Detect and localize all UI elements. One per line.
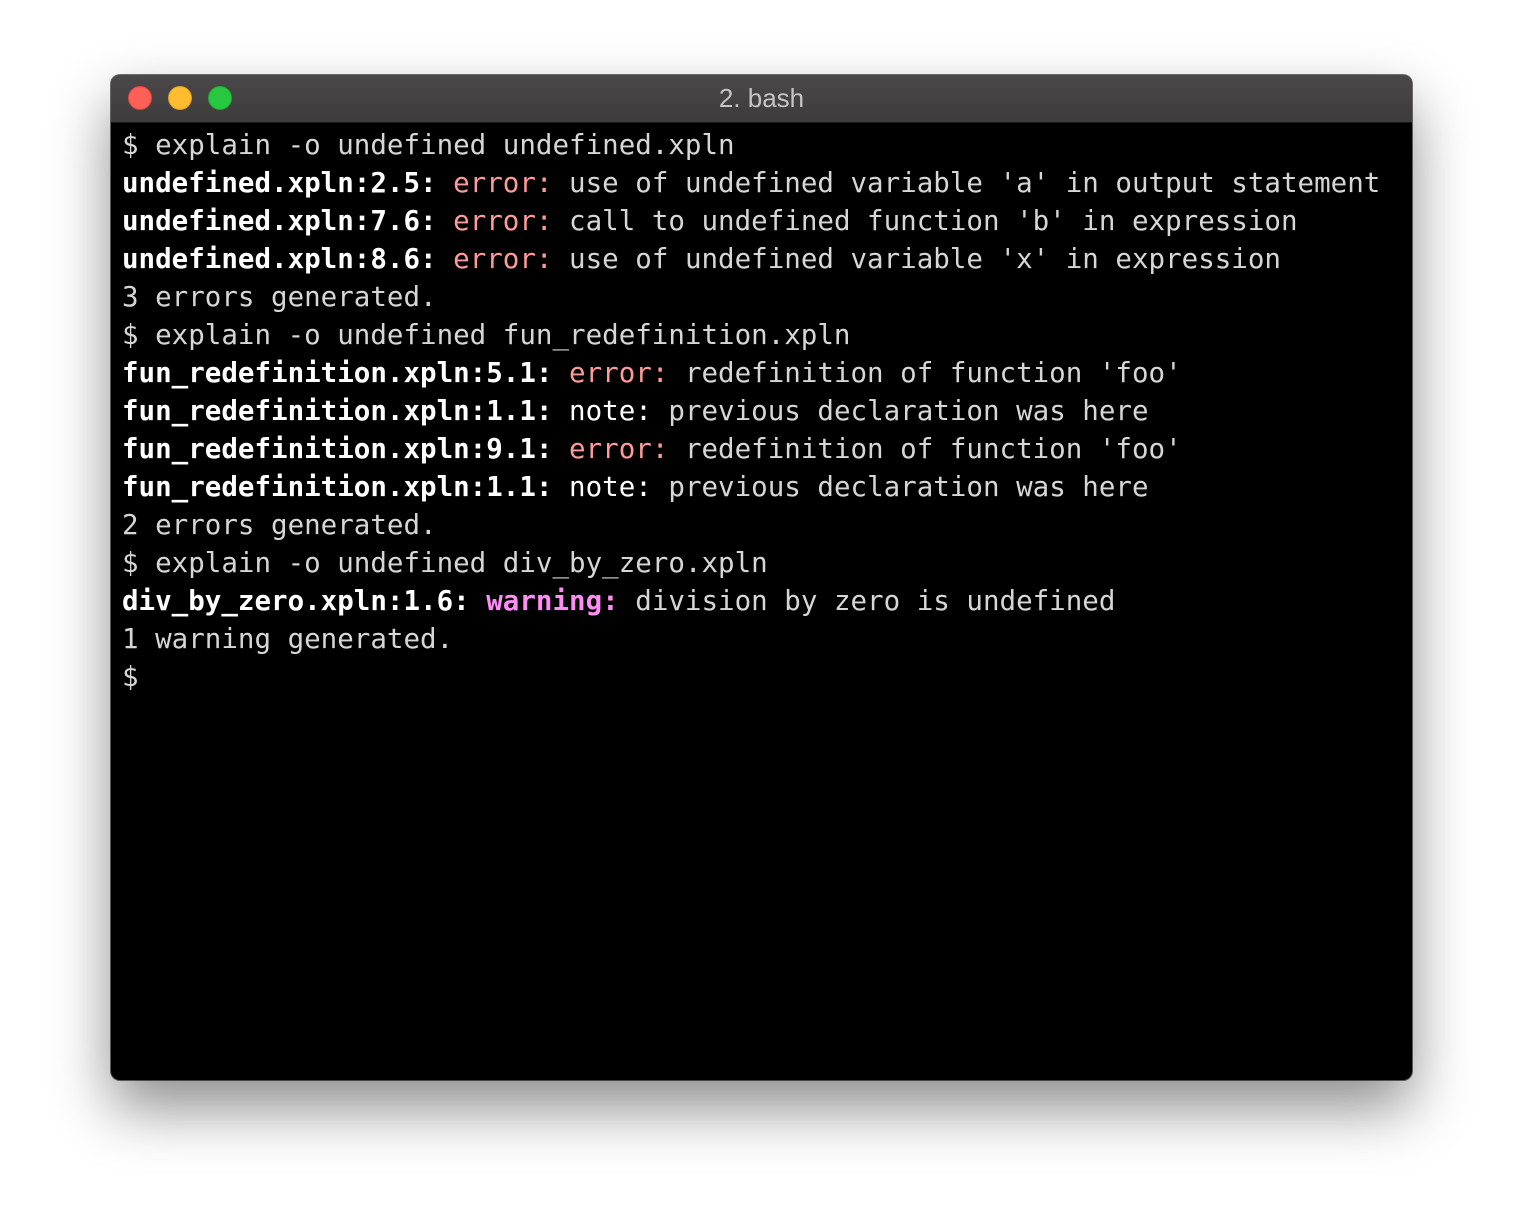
- terminal-line: 1 warning generated.: [122, 620, 1412, 658]
- summary-text: 1 warning generated.: [122, 623, 454, 655]
- window-title: 2. bash: [718, 83, 805, 113]
- diagnostic-message: redefinition of function 'foo': [684, 357, 1182, 389]
- diagnostic-message: use of undefined variable 'a' in output …: [569, 167, 1381, 199]
- diagnostic-severity: error:: [453, 243, 553, 275]
- diagnostic-severity: note:: [569, 395, 652, 427]
- diagnostic-severity: error:: [569, 357, 669, 389]
- diagnostic-message: use of undefined variable 'x' in express…: [569, 243, 1281, 275]
- diagnostic-location: fun_redefinition.xpln:1.1:: [122, 471, 553, 503]
- terminal-line: $ explain -o undefined undefined.xpln: [122, 126, 1412, 164]
- terminal-window: 2. bash $ explain -o undefined undefined…: [111, 75, 1412, 1080]
- terminal-line: fun_redefinition.xpln:5.1: error: redefi…: [122, 354, 1412, 392]
- terminal-line: undefined.xpln:8.6: error: use of undefi…: [122, 240, 1412, 278]
- diagnostic-severity: error:: [453, 167, 553, 199]
- command-text: $ explain -o undefined div_by_zero.xpln: [122, 547, 768, 579]
- diagnostic-message: previous declaration was here: [668, 471, 1149, 503]
- terminal-line: fun_redefinition.xpln:9.1: error: redefi…: [122, 430, 1412, 468]
- terminal-line: 2 errors generated.: [122, 506, 1412, 544]
- terminal-line: fun_redefinition.xpln:1.1: note: previou…: [122, 468, 1412, 506]
- terminal-line: 3 errors generated.: [122, 278, 1412, 316]
- command-text: $ explain -o undefined undefined.xpln: [122, 129, 735, 161]
- diagnostic-severity: note:: [569, 471, 652, 503]
- diagnostic-severity: warning:: [486, 585, 619, 617]
- terminal-output[interactable]: $ explain -o undefined undefined.xpln und…: [111, 123, 1412, 696]
- summary-text: 3 errors generated.: [122, 281, 437, 313]
- diagnostic-message: redefinition of function 'foo': [684, 433, 1182, 465]
- diagnostic-message: division by zero is undefined: [635, 585, 1116, 617]
- diagnostic-location: undefined.xpln:8.6:: [122, 243, 437, 275]
- diagnostic-location: fun_redefinition.xpln:5.1:: [122, 357, 553, 389]
- command-text: $ explain -o undefined fun_redefinition.…: [122, 319, 851, 351]
- diagnostic-message: previous declaration was here: [668, 395, 1149, 427]
- diagnostic-location: div_by_zero.xpln:1.6:: [122, 585, 470, 617]
- terminal-line: div_by_zero.xpln:1.6: warning: division …: [122, 582, 1412, 620]
- title-bar[interactable]: 2. bash: [111, 75, 1412, 123]
- diagnostic-severity: error:: [569, 433, 669, 465]
- diagnostic-location: undefined.xpln:2.5:: [122, 167, 437, 199]
- diagnostic-severity: error:: [453, 205, 553, 237]
- terminal-line: undefined.xpln:2.5: error: use of undefi…: [122, 164, 1412, 202]
- diagnostic-location: undefined.xpln:7.6:: [122, 205, 437, 237]
- terminal-line: fun_redefinition.xpln:1.1: note: previou…: [122, 392, 1412, 430]
- command-text: $: [122, 661, 139, 693]
- diagnostic-location: fun_redefinition.xpln:9.1:: [122, 433, 553, 465]
- terminal-line: $ explain -o undefined fun_redefinition.…: [122, 316, 1412, 354]
- diagnostic-location: fun_redefinition.xpln:1.1:: [122, 395, 553, 427]
- summary-text: 2 errors generated.: [122, 509, 437, 541]
- terminal-line: $: [122, 658, 1412, 696]
- diagnostic-message: call to undefined function 'b' in expres…: [569, 205, 1298, 237]
- terminal-line: undefined.xpln:7.6: error: call to undef…: [122, 202, 1412, 240]
- terminal-line: $ explain -o undefined div_by_zero.xpln: [122, 544, 1412, 582]
